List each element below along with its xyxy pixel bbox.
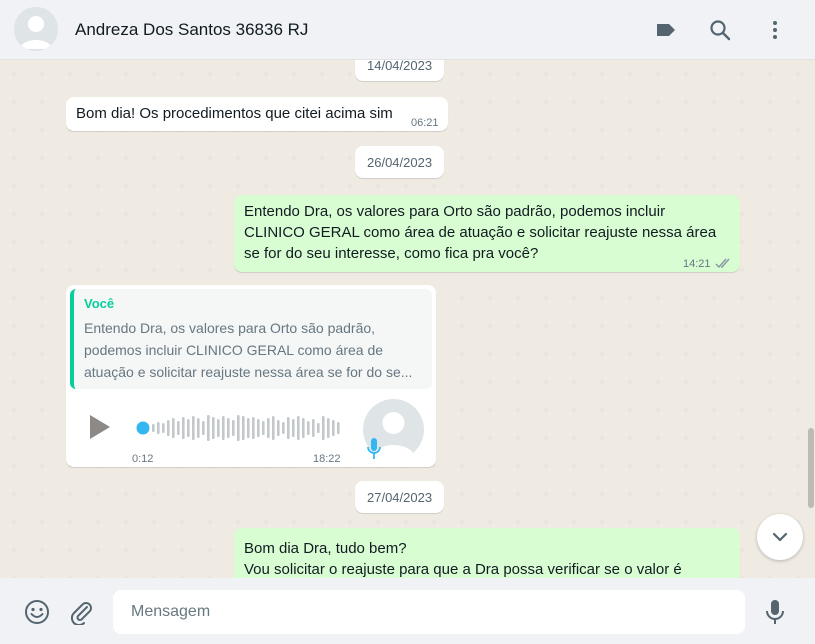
message-text: Entendo Dra, os valores para Orto são pa… [244, 203, 717, 262]
waveform-bar [217, 419, 220, 437]
waveform-bar [267, 418, 270, 438]
message-input[interactable] [113, 590, 745, 634]
waveform-bar [177, 421, 180, 435]
waveform-bar [242, 416, 245, 440]
mic-icon[interactable] [761, 598, 789, 626]
waveform-bar [257, 419, 260, 437]
waveform-bar [312, 419, 315, 437]
attach-icon[interactable] [68, 598, 96, 626]
contact-name[interactable]: Andreza Dos Santos 36836 RJ [75, 20, 308, 40]
waveform-bar [192, 416, 195, 440]
waveform-bar [302, 418, 305, 438]
date-divider: 26/04/2023 [355, 146, 445, 178]
message-time: 18:22 [313, 453, 341, 465]
waveform-bar [322, 416, 325, 440]
waveform-bar [292, 419, 295, 437]
menu-icon[interactable] [761, 16, 789, 44]
message-incoming[interactable]: Bom dia! Os procedimentos que citei acim… [66, 97, 448, 131]
waveform-bar [152, 424, 155, 432]
waveform-bar [332, 420, 335, 436]
waveform-bar [182, 417, 185, 439]
composer-bar [0, 578, 815, 644]
scrollbar[interactable] [808, 428, 814, 508]
contact-avatar[interactable] [14, 7, 58, 51]
waveform-bar [297, 416, 300, 440]
waveform-bar [247, 418, 250, 438]
audio-duration: 0:12 [132, 453, 154, 465]
waveform-bar [337, 422, 340, 434]
waveform-bar [202, 421, 205, 435]
waveform-bar [187, 419, 190, 437]
waveform-bar [167, 420, 170, 436]
quote-author: Você [84, 296, 115, 311]
message-time: 06:21 [411, 117, 439, 129]
waveform-bar [227, 418, 230, 438]
waveform-bar [232, 420, 235, 436]
message-outgoing[interactable]: Bom dia Dra, tudo bem? Vou solicitar o r… [234, 528, 740, 578]
waveform-bar [197, 418, 200, 438]
emoji-icon[interactable] [23, 598, 51, 626]
waveform-bar [222, 416, 225, 440]
waveform-bar [252, 417, 255, 439]
mic-badge-icon [366, 437, 382, 467]
waveform-bar [237, 415, 240, 441]
message-time: 14:21 [683, 258, 711, 270]
date-divider: 14/04/2023 [355, 60, 445, 81]
waveform-bar [207, 415, 210, 441]
waveform-bar [262, 421, 265, 435]
label-icon[interactable] [652, 16, 680, 44]
chevron-down-icon [772, 532, 788, 542]
audio-waveform[interactable] [132, 411, 342, 445]
audio-message[interactable]: Você Entendo Dra, os valores para Orto s… [66, 285, 436, 467]
message-text: Bom dia! Os procedimentos que citei acim… [76, 105, 393, 122]
scroll-down-button[interactable] [757, 514, 803, 560]
chat-header: Andreza Dos Santos 36836 RJ [0, 0, 815, 60]
waveform-bar [277, 420, 280, 436]
waveform-bar [282, 422, 285, 434]
waveform-bar [327, 418, 330, 438]
quoted-message[interactable]: Você Entendo Dra, os valores para Orto s… [70, 289, 432, 389]
date-divider: 27/04/2023 [355, 481, 445, 513]
search-icon[interactable] [706, 16, 734, 44]
waveform-bar [307, 421, 310, 435]
waveform-bar [162, 423, 165, 433]
message-outgoing[interactable]: Entendo Dra, os valores para Orto são pa… [234, 195, 740, 272]
waveform-bar [317, 423, 320, 433]
play-icon[interactable] [88, 414, 112, 446]
chat-area[interactable]: 14/04/2023 Bom dia! Os procedimentos que… [0, 60, 815, 578]
quote-text: Entendo Dra, os valores para Orto são pa… [84, 320, 413, 380]
waveform-bar [287, 417, 290, 439]
read-receipt-icon [715, 254, 733, 275]
waveform-bar [212, 417, 215, 439]
waveform-bar [272, 416, 275, 440]
waveform-bar [157, 422, 160, 434]
waveform-bar [172, 418, 175, 438]
message-text: Bom dia Dra, tudo bem? Vou solicitar o r… [244, 540, 682, 578]
